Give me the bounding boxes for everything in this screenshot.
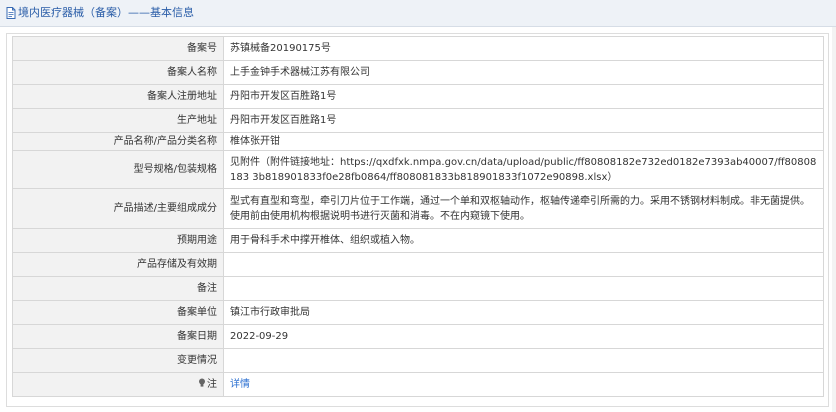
row-label: 生产地址 bbox=[12, 108, 224, 133]
table-row: 型号规格/包装规格 见附件（附件链接地址：https://qxdfxk.nmpa… bbox=[12, 150, 824, 189]
row-label: 产品存储及有效期 bbox=[12, 252, 224, 277]
row-value: 用于骨科手术中撑开椎体、组织或植入物。 bbox=[223, 228, 824, 253]
row-label: 备案号 bbox=[12, 36, 224, 61]
detail-link[interactable]: 详情 bbox=[230, 379, 250, 390]
row-label: 变更情况 bbox=[12, 348, 224, 373]
row-value: 镇江市行政审批局 bbox=[223, 300, 824, 325]
table-row: 备案人注册地址 丹阳市开发区百胜路1号 bbox=[12, 84, 824, 109]
info-table: 备案号 苏镇械备20190175号 备案人名称 上手金钟手术器械江苏有限公司 备… bbox=[12, 36, 824, 397]
table-row: 产品描述/主要组成成分 型式有直型和弯型，牵引刀片位于工作端，通过一个单和双枢轴… bbox=[12, 188, 824, 229]
row-value: 型式有直型和弯型，牵引刀片位于工作端，通过一个单和双枢轴动作，枢轴传递牵引所需的… bbox=[223, 188, 824, 229]
row-value: 苏镇械备20190175号 bbox=[223, 36, 824, 61]
row-value bbox=[223, 276, 824, 301]
note-row: 注 详情 bbox=[12, 372, 824, 397]
row-value bbox=[223, 252, 824, 277]
note-label: 注 bbox=[207, 379, 217, 390]
row-label: 预期用途 bbox=[12, 228, 224, 253]
table-row: 预期用途 用于骨科手术中撑开椎体、组织或植入物。 bbox=[12, 228, 824, 253]
row-label: 备案日期 bbox=[12, 324, 224, 349]
table-row: 备注 bbox=[12, 276, 824, 301]
row-label: 备案人名称 bbox=[12, 60, 224, 85]
scrollbar-track[interactable] bbox=[832, 27, 836, 412]
table-row: 备案单位 镇江市行政审批局 bbox=[12, 300, 824, 325]
page-title: 境内医疗器械（备案）——基本信息 bbox=[18, 6, 194, 19]
row-label: 型号规格/包装规格 bbox=[12, 150, 224, 189]
table-row: 变更情况 bbox=[12, 348, 824, 373]
table-row: 产品存储及有效期 bbox=[12, 252, 824, 277]
table-row: 备案人名称 上手金钟手术器械江苏有限公司 bbox=[12, 60, 824, 85]
page-header: 境内医疗器械（备案）——基本信息 bbox=[0, 0, 836, 27]
table-row: 备案号 苏镇械备20190175号 bbox=[12, 36, 824, 61]
row-label: 备案人注册地址 bbox=[12, 84, 224, 109]
table-row: 生产地址 丹阳市开发区百胜路1号 bbox=[12, 108, 824, 133]
document-icon bbox=[6, 7, 16, 19]
note-label-cell: 注 bbox=[12, 372, 224, 397]
row-value: 丹阳市开发区百胜路1号 bbox=[223, 108, 824, 133]
row-label: 备注 bbox=[12, 276, 224, 301]
row-label: 备案单位 bbox=[12, 300, 224, 325]
lightbulb-icon bbox=[199, 378, 205, 387]
row-value: 见附件（附件链接地址：https://qxdfxk.nmpa.gov.cn/da… bbox=[223, 150, 824, 189]
row-value: 丹阳市开发区百胜路1号 bbox=[223, 84, 824, 109]
table-row: 备案日期 2022-09-29 bbox=[12, 324, 824, 349]
table-row: 产品名称/产品分类名称 椎体张开钳 bbox=[12, 132, 824, 151]
row-value bbox=[223, 348, 824, 373]
row-label: 产品描述/主要组成成分 bbox=[12, 188, 224, 229]
row-value: 椎体张开钳 bbox=[223, 132, 824, 151]
info-panel: 备案号 苏镇械备20190175号 备案人名称 上手金钟手术器械江苏有限公司 备… bbox=[6, 33, 829, 407]
row-value: 上手金钟手术器械江苏有限公司 bbox=[223, 60, 824, 85]
note-value: 详情 bbox=[223, 372, 824, 397]
row-label: 产品名称/产品分类名称 bbox=[12, 132, 224, 151]
row-value: 2022-09-29 bbox=[223, 324, 824, 349]
